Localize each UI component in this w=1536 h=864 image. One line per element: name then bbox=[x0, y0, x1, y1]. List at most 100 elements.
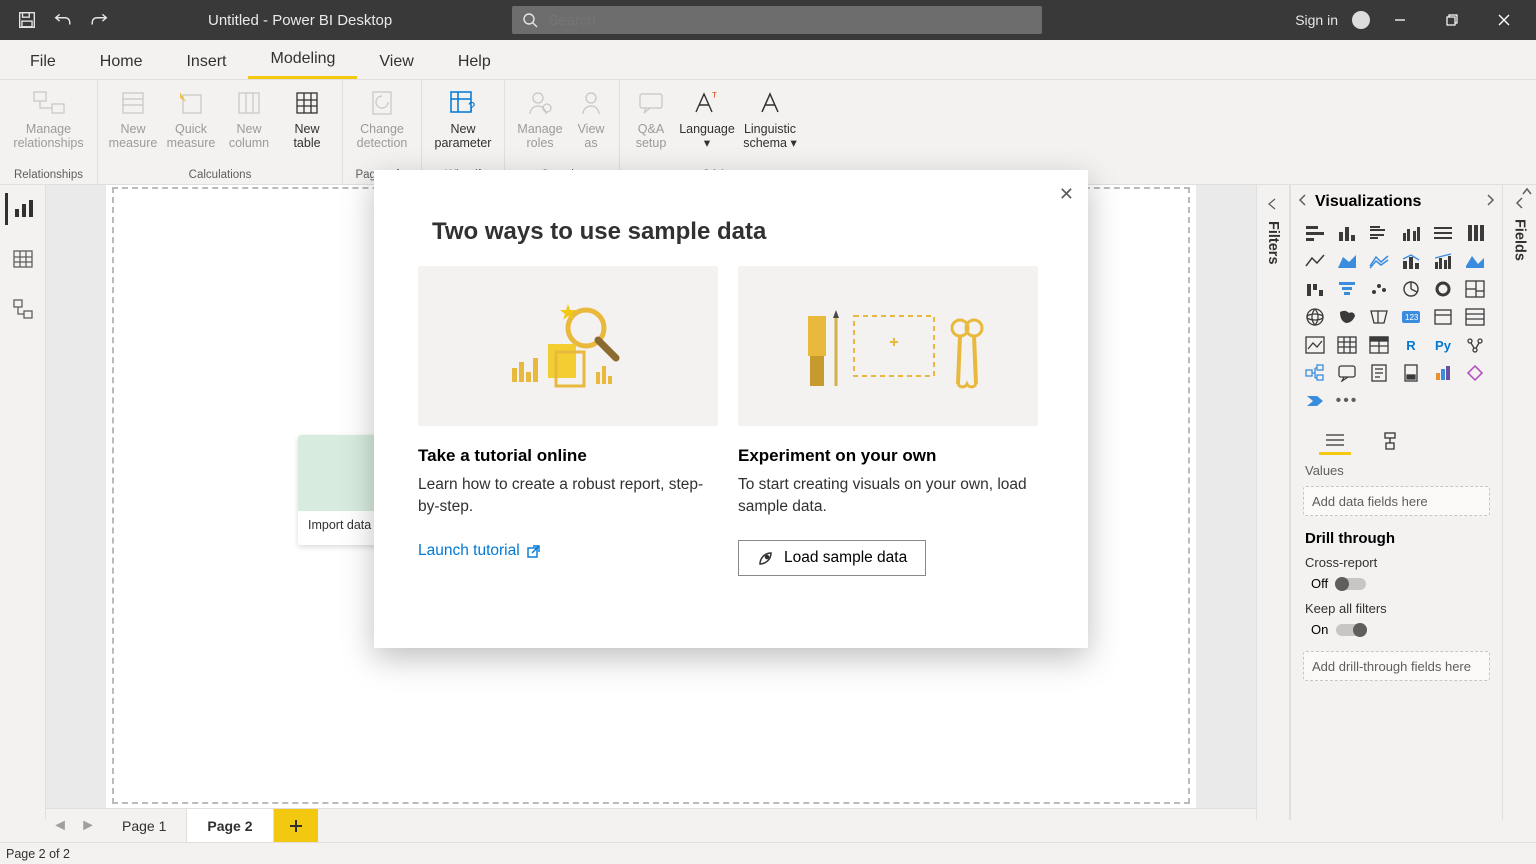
expand-right-icon[interactable] bbox=[1484, 193, 1496, 211]
vis-automate-icon[interactable] bbox=[1301, 389, 1329, 413]
filters-pane-collapsed[interactable]: Filters bbox=[1256, 185, 1290, 820]
vis-qa-icon[interactable] bbox=[1333, 361, 1361, 385]
fields-pane-collapsed[interactable]: Fields bbox=[1502, 185, 1536, 820]
page-tab-1[interactable]: Page 1 bbox=[102, 809, 187, 842]
vis-map-icon[interactable] bbox=[1301, 305, 1329, 329]
report-view-icon[interactable] bbox=[5, 193, 37, 225]
collapse-ribbon-icon[interactable] bbox=[1520, 185, 1534, 203]
vis-donut-icon[interactable] bbox=[1429, 277, 1457, 301]
cross-report-toggle[interactable] bbox=[1336, 578, 1366, 590]
group-label-relationships: Relationships bbox=[8, 167, 89, 184]
vis-more-icon[interactable]: ••• bbox=[1333, 389, 1361, 413]
visualization-picker: 123 R Py ••• bbox=[1297, 219, 1496, 415]
tab-home[interactable]: Home bbox=[78, 45, 165, 79]
experiment-card: Experiment on your own To start creating… bbox=[738, 266, 1038, 576]
collapse-left-icon[interactable] bbox=[1297, 193, 1309, 211]
tab-insert[interactable]: Insert bbox=[164, 45, 248, 79]
minimize-button[interactable] bbox=[1378, 0, 1422, 40]
maximize-button[interactable] bbox=[1430, 0, 1474, 40]
vis-r-icon[interactable]: R bbox=[1397, 333, 1425, 357]
vis-decomp-tree-icon[interactable] bbox=[1301, 361, 1329, 385]
search-input[interactable] bbox=[548, 12, 1032, 29]
vis-py-icon[interactable]: Py bbox=[1429, 333, 1457, 357]
app-title: Untitled - Power BI Desktop bbox=[208, 12, 392, 29]
cmd-manage-relationships: Managerelationships bbox=[6, 84, 92, 150]
model-view-icon[interactable] bbox=[7, 293, 39, 325]
dialog-close-button[interactable]: ✕ bbox=[1059, 184, 1074, 205]
page-prev-icon[interactable]: ◄ bbox=[46, 809, 74, 842]
vis-stacked-column-icon[interactable] bbox=[1333, 221, 1361, 245]
tab-modeling[interactable]: Modeling bbox=[248, 42, 357, 79]
page-next-icon[interactable]: ► bbox=[74, 809, 102, 842]
cmd-linguistic-schema[interactable]: Linguisticschema ▾ bbox=[738, 84, 802, 150]
undo-icon[interactable] bbox=[54, 11, 72, 29]
values-field-well[interactable]: Add data fields here bbox=[1303, 486, 1490, 516]
vis-paginated-icon[interactable] bbox=[1397, 361, 1425, 385]
vis-multirow-card-icon[interactable] bbox=[1461, 305, 1489, 329]
svg-text:123: 123 bbox=[1405, 313, 1419, 322]
tab-file[interactable]: File bbox=[10, 45, 78, 79]
page-tab-2[interactable]: Page 2 bbox=[187, 809, 273, 842]
drillthrough-field-well[interactable]: Add drill-through fields here bbox=[1303, 651, 1490, 681]
tutorial-desc: Learn how to create a robust report, ste… bbox=[418, 474, 718, 518]
vis-card-icon[interactable] bbox=[1429, 305, 1457, 329]
format-well-tab[interactable] bbox=[1375, 429, 1407, 455]
fields-well-tab[interactable] bbox=[1319, 429, 1351, 455]
save-icon[interactable] bbox=[18, 11, 36, 29]
vis-clustered-bar-icon[interactable] bbox=[1365, 221, 1393, 245]
vis-area-icon[interactable] bbox=[1333, 249, 1361, 273]
vis-filled-map-icon[interactable] bbox=[1333, 305, 1361, 329]
vis-powerapps-icon[interactable] bbox=[1461, 361, 1489, 385]
cmd-quick-measure: Quickmeasure bbox=[162, 84, 220, 150]
vis-funnel-icon[interactable] bbox=[1333, 277, 1361, 301]
avatar[interactable] bbox=[1352, 11, 1370, 29]
vis-smart-narrative-icon[interactable] bbox=[1365, 361, 1393, 385]
visualizations-pane: Visualizations 123 R P bbox=[1290, 185, 1502, 820]
vis-waterfall-icon[interactable] bbox=[1301, 277, 1329, 301]
close-button[interactable] bbox=[1482, 0, 1526, 40]
redo-icon[interactable] bbox=[90, 11, 108, 29]
vis-table-icon[interactable] bbox=[1365, 333, 1393, 357]
vis-kpi-icon[interactable] bbox=[1301, 333, 1329, 357]
cross-report-label: Cross-report bbox=[1297, 551, 1496, 574]
vis-stacked-area-icon[interactable] bbox=[1365, 249, 1393, 273]
vis-slicer-icon[interactable] bbox=[1333, 333, 1361, 357]
vis-line-stacked-column-icon[interactable] bbox=[1397, 249, 1425, 273]
vis-gauge-icon[interactable]: 123 bbox=[1397, 305, 1425, 329]
vis-clustered-column-icon[interactable] bbox=[1397, 221, 1425, 245]
launch-tutorial-link[interactable]: Launch tutorial bbox=[418, 518, 541, 560]
title-bar: Untitled - Power BI Desktop Sign in bbox=[0, 0, 1536, 40]
experiment-illustration bbox=[738, 266, 1038, 426]
vis-line-clustered-column-icon[interactable] bbox=[1429, 249, 1457, 273]
experiment-heading: Experiment on your own bbox=[738, 426, 1038, 474]
vis-shape-map-icon[interactable] bbox=[1365, 305, 1393, 329]
search-box[interactable] bbox=[512, 6, 1042, 34]
vis-100stacked-column-icon[interactable] bbox=[1461, 221, 1489, 245]
sign-in-link[interactable]: Sign in bbox=[1295, 12, 1338, 28]
cmd-new-parameter[interactable]: ?Newparameter bbox=[428, 84, 498, 150]
vis-treemap-icon[interactable] bbox=[1461, 277, 1489, 301]
tab-help[interactable]: Help bbox=[436, 45, 513, 79]
keep-filters-toggle[interactable] bbox=[1336, 624, 1366, 636]
add-page-button[interactable] bbox=[274, 809, 318, 842]
page-tabs-bar: ◄ ► Page 1 Page 2 bbox=[46, 808, 1256, 842]
data-view-icon[interactable] bbox=[7, 243, 39, 275]
vis-pie-icon[interactable] bbox=[1397, 277, 1425, 301]
drill-through-title: Drill through bbox=[1297, 520, 1496, 551]
cmd-qa-setup: Q&Asetup bbox=[626, 84, 676, 150]
values-label: Values bbox=[1297, 459, 1496, 482]
vis-scatter-icon[interactable] bbox=[1365, 277, 1393, 301]
tutorial-illustration bbox=[418, 266, 718, 426]
cmd-language[interactable]: ᵀLanguage▾ bbox=[676, 84, 738, 150]
vis-ribbon-icon[interactable] bbox=[1461, 249, 1489, 273]
load-sample-data-button[interactable]: Load sample data bbox=[738, 540, 926, 576]
vis-arcgis-icon[interactable] bbox=[1429, 361, 1457, 385]
vis-100stacked-bar-icon[interactable] bbox=[1429, 221, 1457, 245]
vis-key-influencers-icon[interactable] bbox=[1461, 333, 1489, 357]
vis-line-icon[interactable] bbox=[1301, 249, 1329, 273]
cmd-new-table[interactable]: Newtable bbox=[278, 84, 336, 150]
vis-stacked-bar-icon[interactable] bbox=[1301, 221, 1329, 245]
group-label-calculations: Calculations bbox=[183, 167, 258, 184]
cmd-view-as: Viewas bbox=[569, 84, 613, 150]
tab-view[interactable]: View bbox=[357, 45, 435, 79]
